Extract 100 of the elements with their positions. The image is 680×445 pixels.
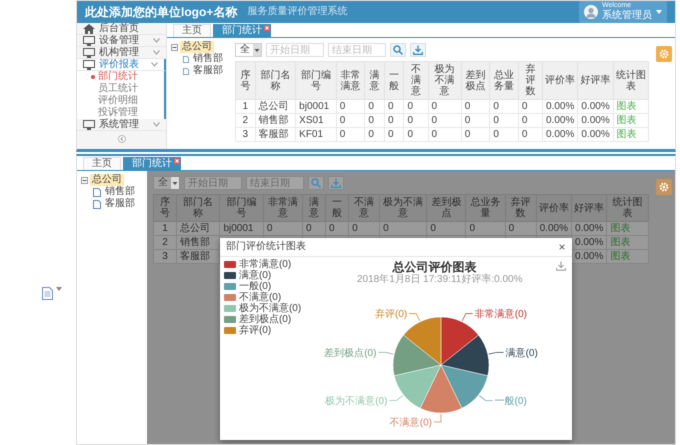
- sidebar-item[interactable]: 设备管理: [77, 35, 166, 47]
- tree-node[interactable]: 客服部: [103, 198, 137, 210]
- close-icon[interactable]: [174, 158, 180, 164]
- date-field[interactable]: 开始日期: [184, 176, 242, 190]
- chart-subtitle: 2018年1月8日 17:39:11好评率:0.00%: [356, 274, 524, 286]
- table-cell: 0: [263, 222, 303, 236]
- table-cell: 0: [428, 128, 462, 142]
- table-cell: 0: [364, 114, 384, 128]
- column-header: 弃评数: [505, 194, 536, 222]
- legend-item[interactable]: 不满意(0): [224, 292, 302, 302]
- tree-node[interactable]: 总公司: [90, 174, 124, 186]
- legend-item[interactable]: 差到极点(0): [224, 314, 302, 324]
- leader-line: [408, 313, 420, 322]
- table-cell: 1: [236, 100, 256, 114]
- slice-label: 弃评(0): [375, 309, 408, 320]
- tab[interactable]: 主页: [83, 157, 121, 170]
- date-field[interactable]: 结束日期: [246, 176, 304, 190]
- filter-select[interactable]: 全: [235, 43, 262, 57]
- table-cell: 0.00%: [542, 114, 578, 128]
- slice-label: 非常满意(0): [474, 309, 527, 320]
- table-cell: XS01: [296, 114, 336, 128]
- table-cell: 0: [490, 114, 518, 128]
- pie-slice[interactable]: [440, 364, 488, 408]
- column-header: 非常满意: [336, 62, 365, 100]
- close-button[interactable]: ×: [558, 240, 566, 252]
- chevron-icon: [153, 122, 160, 127]
- download-icon[interactable]: [556, 260, 566, 270]
- column-header: 部门名称: [176, 194, 220, 222]
- caret-icon[interactable]: [171, 177, 179, 189]
- column-header: 一般: [384, 62, 404, 100]
- table-cell: 0.00%: [578, 114, 614, 128]
- table-cell: 0.00%: [572, 236, 607, 250]
- table-cell: 0: [404, 100, 428, 114]
- tab[interactable]: 部门统计: [123, 157, 181, 170]
- legend-item[interactable]: 弃评(0): [224, 326, 302, 336]
- table-cell: 销售部: [255, 114, 296, 128]
- table-cell: 0: [466, 222, 506, 236]
- column-header: 统计图表: [613, 62, 648, 100]
- table-cell: 0: [461, 100, 490, 114]
- pie-slice[interactable]: [440, 316, 479, 366]
- column-header: 差到极点: [461, 62, 490, 100]
- table-cell: 1: [154, 222, 177, 236]
- leader-line: [378, 352, 394, 354]
- submenu-item[interactable]: 部门统计: [77, 71, 166, 83]
- table-cell: 2: [236, 114, 256, 128]
- table-cell: 0.00%: [542, 100, 578, 114]
- caret-icon[interactable]: [253, 44, 261, 56]
- search-icon: [393, 45, 403, 55]
- legend-item[interactable]: 极为不满意(0): [224, 304, 302, 314]
- sidebar-item[interactable]: 评价报表: [77, 59, 166, 71]
- submenu-item[interactable]: 员工统计: [77, 83, 166, 95]
- column-header: 总业务量: [466, 194, 506, 222]
- table-cell: 0: [404, 128, 428, 142]
- leader-line: [389, 395, 403, 401]
- tab[interactable]: 主页: [173, 24, 211, 37]
- user-name: 系统管理员: [602, 10, 652, 22]
- collapse-icon[interactable]: [81, 176, 88, 184]
- column-header: 部门名称: [255, 62, 296, 100]
- tree-node[interactable]: 总公司: [180, 41, 214, 53]
- tab[interactable]: 部门统计: [213, 24, 271, 37]
- table-cell: 0: [428, 114, 462, 128]
- caret-icon: [656, 10, 662, 14]
- sidebar-item[interactable]: 机构管理: [77, 47, 166, 59]
- table-cell: 0.00%: [578, 128, 614, 142]
- home-icon: [83, 24, 95, 34]
- collapse-icon[interactable]: [171, 44, 178, 50]
- column-header: 满意: [302, 194, 326, 222]
- column-header: 评价率: [536, 194, 572, 222]
- table-cell: 0: [336, 100, 365, 114]
- sidebar-item[interactable]: 后台首页: [77, 23, 166, 35]
- pie-slice[interactable]: [420, 364, 462, 414]
- table-cell: 0: [505, 222, 536, 236]
- settings-icon: [659, 182, 669, 192]
- tree-node[interactable]: 销售部: [191, 53, 225, 65]
- close-icon[interactable]: [264, 25, 270, 31]
- column-header: 总业务量: [490, 62, 518, 100]
- download-icon: [331, 178, 341, 188]
- table-cell: KF01: [296, 128, 336, 142]
- settings-button[interactable]: [656, 179, 672, 195]
- table-cell: 2: [154, 236, 177, 250]
- table-cell: 0: [426, 222, 466, 236]
- legend-item[interactable]: 一般(0): [224, 282, 302, 292]
- table-cell: 0: [364, 128, 384, 142]
- column-header: 非常满意: [263, 194, 303, 222]
- download-icon: [413, 45, 423, 55]
- sidebar-item[interactable]: 系统管理: [77, 119, 166, 131]
- table-cell: 0: [518, 114, 542, 128]
- legend-item[interactable]: 非常满意(0): [224, 260, 302, 270]
- caret-icon[interactable]: [56, 287, 62, 291]
- tree-node[interactable]: 销售部: [103, 186, 137, 198]
- legend-item[interactable]: 满意(0): [224, 270, 302, 280]
- tree-node[interactable]: 客服部: [191, 65, 225, 77]
- pie-slice[interactable]: [440, 334, 490, 376]
- slice-label: 一般(0): [494, 396, 527, 407]
- app-subtitle: 服务质量评价管理系统: [247, 6, 348, 18]
- filter-select[interactable]: 全: [153, 176, 180, 190]
- submenu-item[interactable]: 评价明细: [77, 95, 166, 107]
- submenu-item[interactable]: 投诉管理: [77, 107, 166, 119]
- document-icon[interactable]: [42, 287, 53, 300]
- settings-button[interactable]: [656, 46, 672, 62]
